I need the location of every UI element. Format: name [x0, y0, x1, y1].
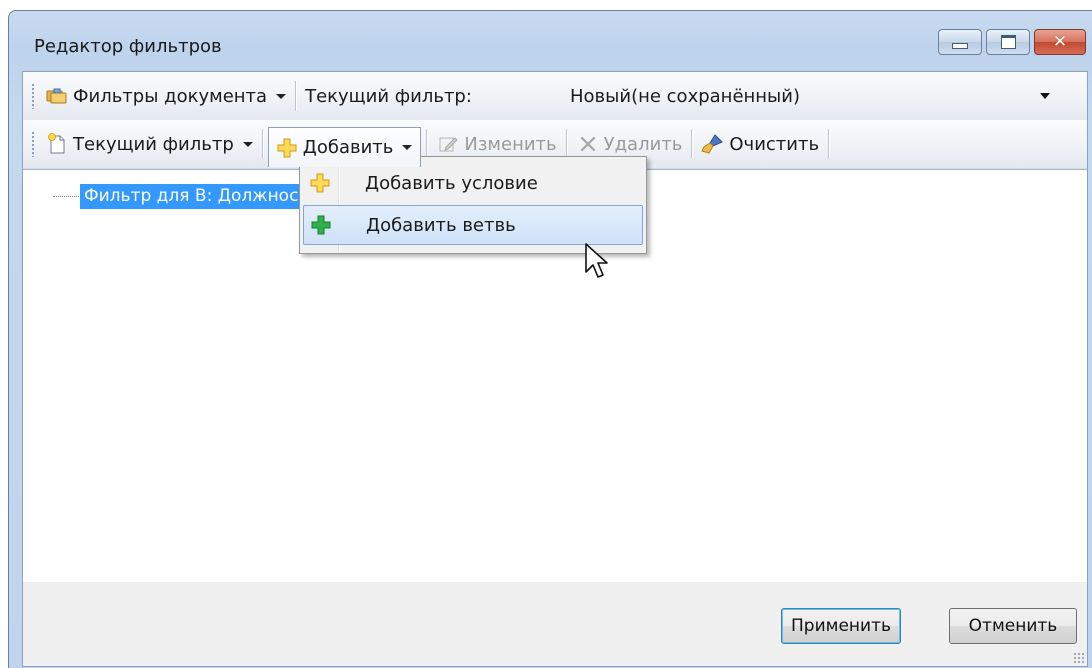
mouse-pointer-icon — [584, 242, 610, 284]
add-button-label: Добавить — [302, 137, 394, 158]
add-dropdown-menu: Добавить условие Добавить ветвь — [299, 156, 647, 254]
toolbar-separator — [691, 129, 693, 159]
current-filter-value: Новый(не сохранённый) — [570, 85, 800, 107]
document-filters-label: Фильтры документа — [73, 85, 268, 107]
window-title: Редактор фильтров — [34, 36, 222, 57]
tree-node-selected[interactable]: Фильтр для В: Должнос — [80, 184, 320, 209]
broom-icon — [701, 132, 725, 156]
toolbar-grip[interactable] — [31, 131, 35, 157]
filter-editor-window: Редактор фильтров ✕ Фильтры документа Те… — [8, 10, 1092, 668]
current-filter-combobox[interactable]: Новый(не сохранённый) — [558, 79, 1058, 113]
close-button[interactable]: ✕ — [1034, 29, 1086, 55]
maximize-button[interactable] — [986, 29, 1030, 55]
close-icon: ✕ — [1052, 31, 1068, 52]
toolbar-separator — [426, 129, 428, 159]
menu-item-label: Добавить ветвь — [366, 214, 516, 236]
add-button[interactable]: Добавить — [267, 127, 422, 167]
green-plus-icon — [304, 215, 338, 235]
current-filter-caption: Текущий фильтр: — [301, 78, 476, 114]
maximize-icon — [1000, 35, 1016, 49]
filters-toolbar: Фильтры документа Текущий фильтр: Новый(… — [23, 72, 1087, 121]
delete-button-label: Удалить — [603, 133, 683, 155]
document-filters-menu[interactable]: Фильтры документа — [41, 78, 290, 114]
current-filter-label: Текущий фильтр: — [305, 85, 472, 107]
menu-item-add-condition[interactable]: Добавить условие — [303, 163, 643, 203]
clear-button-label: Очистить — [729, 133, 820, 155]
edit-icon — [436, 132, 460, 156]
toolbar-separator — [565, 129, 567, 159]
filters-folder-icon — [45, 84, 69, 108]
yellow-plus-icon — [275, 136, 299, 160]
toolbar-separator — [295, 81, 297, 111]
toolbar-grip[interactable] — [31, 83, 35, 109]
cancel-button[interactable]: Отменить — [949, 608, 1077, 644]
window-controls: ✕ — [938, 29, 1086, 55]
menu-item-label: Добавить условие — [365, 172, 538, 194]
edit-button-label: Изменить — [464, 133, 557, 155]
minimize-icon — [952, 43, 968, 49]
combo-dropdown-icon[interactable] — [1040, 93, 1050, 99]
dialog-footer: Применить Отменить — [23, 582, 1087, 666]
minimize-button[interactable] — [938, 29, 982, 55]
yellow-plus-icon — [303, 173, 337, 193]
title-bar[interactable]: Редактор фильтров ✕ — [9, 11, 1092, 73]
menu-item-add-branch[interactable]: Добавить ветвь — [303, 205, 643, 245]
delete-icon — [576, 132, 600, 156]
current-filter-menu-label: Текущий фильтр — [73, 133, 234, 155]
chevron-down-icon — [276, 93, 287, 99]
resize-grip[interactable] — [1073, 652, 1085, 664]
clear-button[interactable]: Очистить — [697, 126, 823, 162]
toolbar-separator — [828, 129, 830, 159]
toolbar-separator — [261, 129, 263, 159]
apply-button[interactable]: Применить — [781, 608, 901, 644]
tree-connector — [53, 196, 79, 197]
chevron-down-icon — [242, 141, 253, 147]
current-filter-menu[interactable]: Текущий фильтр — [41, 126, 257, 162]
chevron-down-icon — [402, 145, 413, 150]
new-document-icon — [45, 132, 69, 156]
